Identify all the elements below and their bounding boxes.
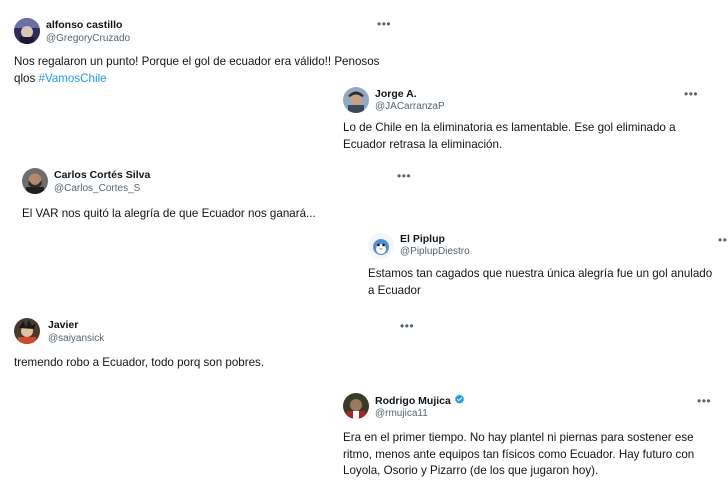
avatar[interactable] <box>22 168 48 194</box>
avatar-image <box>343 87 369 113</box>
user-handle[interactable]: @saiyansick <box>48 333 104 344</box>
display-name[interactable]: Javier <box>48 319 78 331</box>
tweet-text: Estamos tan cagados que nuestra única al… <box>368 267 713 297</box>
avatar-image <box>14 318 40 344</box>
user-handle[interactable]: @Carlos_Cortes_S <box>54 183 140 194</box>
tweet-text: Era en el primer tiempo. No hay plantel … <box>343 431 695 477</box>
avatar[interactable] <box>343 87 369 113</box>
avatar[interactable] <box>343 393 369 419</box>
verified-badge-icon <box>454 394 464 404</box>
user-handle[interactable]: @PiplupDiestro <box>400 246 470 257</box>
tweet-javier[interactable]: Javier @saiyansick ••• tremendo robo a E… <box>0 310 420 380</box>
tweet-text: tremendo robo a Ecuador, todo porq son p… <box>14 356 265 369</box>
tweet-rodrigo-mujica[interactable]: Rodrigo Mujica @rmujica11 ••• Era en el … <box>0 385 728 488</box>
avatar-image <box>368 233 394 259</box>
display-name[interactable]: Jorge A. <box>375 88 417 100</box>
avatar-image <box>22 168 48 194</box>
tweet-carlos-cortes-silva[interactable]: Carlos Cortés Silva @Carlos_Cortes_S •••… <box>0 160 420 230</box>
more-options-icon[interactable]: ••• <box>697 395 711 407</box>
display-name[interactable]: Carlos Cortés Silva <box>54 169 150 181</box>
avatar[interactable] <box>14 318 40 344</box>
tweet-text: El VAR nos quitó la alegría de que Ecuad… <box>22 207 316 220</box>
more-options-icon[interactable]: ••• <box>397 170 411 182</box>
avatar-image <box>343 393 369 419</box>
display-name[interactable]: El Piplup <box>400 233 445 245</box>
tweet-jorge-a[interactable]: Jorge A. @JACarranzaP ••• Lo de Chile en… <box>0 0 728 160</box>
more-options-icon[interactable]: •• <box>718 234 727 246</box>
user-handle[interactable]: @rmujica11 <box>375 408 428 419</box>
more-options-icon[interactable]: ••• <box>400 320 414 332</box>
tweet-text: Lo de Chile en la eliminatoria es lament… <box>343 121 676 151</box>
avatar[interactable] <box>368 233 394 259</box>
more-options-icon[interactable]: ••• <box>684 88 698 100</box>
display-name-text: Rodrigo Mujica <box>375 395 451 407</box>
display-name[interactable]: Rodrigo Mujica <box>375 394 465 407</box>
tweet-el-piplup[interactable]: El Piplup @PiplupDiestro •• Estamos tan … <box>0 225 728 300</box>
user-handle[interactable]: @JACarranzaP <box>375 101 445 112</box>
